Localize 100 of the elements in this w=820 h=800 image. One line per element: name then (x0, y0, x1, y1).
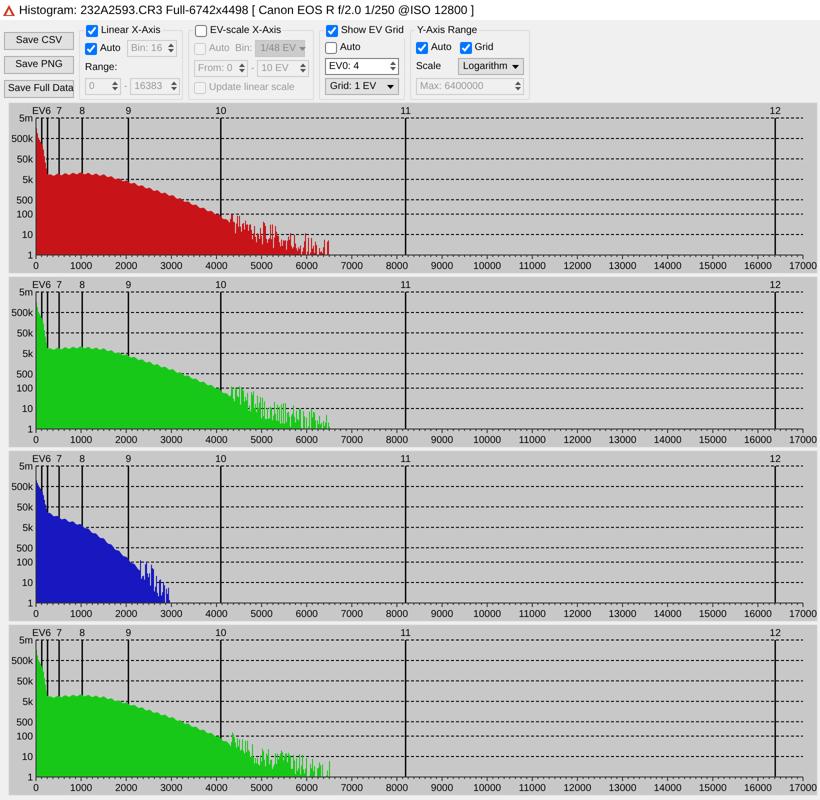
bin-label: Bin: (235, 42, 252, 56)
y-axis-label: 5m (19, 288, 33, 298)
checkbox[interactable] (326, 24, 338, 36)
checkbox-label: Auto (340, 41, 361, 55)
x-axis-label: 10000 (473, 783, 502, 794)
spin-arrows-icon[interactable] (170, 81, 178, 91)
x-axis-label: 13000 (608, 435, 636, 446)
x-axis-label: 4000 (205, 261, 228, 272)
x-axis-label: 4000 (205, 609, 228, 620)
y-axis-label: 10 (22, 230, 33, 242)
x-axis-label: 9000 (430, 435, 454, 446)
y-axis-label: 500k (11, 308, 33, 319)
x-axis-label: 7000 (340, 609, 363, 620)
spin-arrows-icon[interactable] (238, 63, 246, 73)
ev-label: 7 (56, 280, 62, 291)
caret-icon (387, 84, 394, 88)
checkbox[interactable] (85, 42, 97, 54)
x-axis-label: 8000 (386, 435, 408, 446)
y-axis-label: 500 (16, 717, 33, 728)
x-axis-label: 16000 (744, 609, 772, 620)
ev-label: 7 (56, 628, 62, 639)
x-axis-label: 10000 (473, 435, 502, 446)
y-axis-label: 500k (11, 656, 33, 667)
x-axis-label: 12000 (564, 435, 592, 446)
checkbox[interactable] (325, 42, 337, 54)
x-axis-label: 11000 (518, 783, 546, 794)
x-axis-label: 5000 (250, 435, 273, 446)
save-button[interactable]: Save PNG (4, 56, 74, 74)
checkbox[interactable] (86, 24, 98, 36)
spin-field[interactable]: EV0: 4 (325, 58, 399, 75)
ev-label: 8 (79, 454, 85, 465)
x-axis-label: 5000 (250, 261, 273, 272)
ev-label: 12 (770, 106, 781, 117)
ev-label: EV6 (32, 454, 51, 465)
checkbox-label: Grid (474, 41, 494, 55)
x-axis-label: 7000 (340, 435, 363, 446)
x-axis-label: 8000 (386, 783, 408, 794)
ev-label: 11 (400, 280, 411, 291)
checkbox-label: Linear X-Axis (101, 24, 160, 38)
ev-label: EV6 (32, 280, 51, 291)
checkbox[interactable] (195, 24, 207, 36)
x-axis-label: 12000 (564, 261, 592, 272)
app-icon (3, 4, 15, 16)
spin-arrows-icon[interactable] (514, 81, 522, 91)
spin-arrows-icon[interactable] (111, 81, 119, 91)
x-axis-label: 2000 (115, 435, 138, 446)
x-axis-label: 1000 (70, 261, 92, 272)
window-title: Histogram: 232A2593.CR3 Full-6742x4498 [ Canon EOS R f/2.0 1/250 @ISO 12800 ] (19, 2, 474, 19)
y-axis-label: 5m (19, 114, 33, 124)
dropdown[interactable]: Grid: 1 EV (325, 78, 399, 95)
x-axis-label: 2000 (115, 261, 138, 272)
ev-label: 12 (770, 280, 781, 291)
checkbox-label: EV-scale X-Axis (210, 24, 282, 38)
x-axis-label: 0 (33, 261, 39, 272)
spin-arrows-icon[interactable] (389, 61, 397, 71)
x-axis-label: 0 (33, 435, 39, 446)
range-label: Range: (85, 61, 118, 75)
caret-icon (298, 46, 306, 50)
x-axis-label: 2000 (115, 609, 138, 620)
x-axis-label: 16000 (744, 435, 772, 446)
dropdown[interactable]: Logarithm (458, 58, 524, 75)
x-axis-label: 3000 (160, 261, 182, 272)
checkbox[interactable] (460, 42, 472, 54)
save-button[interactable]: Save CSV (4, 32, 74, 50)
x-axis-label: 10000 (473, 261, 502, 272)
y-axis-label: 100 (16, 558, 33, 569)
x-axis-label: 8000 (386, 261, 408, 272)
x-axis-label: 7000 (340, 261, 363, 272)
spin-arrows-icon[interactable] (167, 43, 175, 53)
range-separator: - (124, 80, 128, 94)
ev-label: 8 (79, 106, 85, 117)
y-axis-label: 1 (27, 772, 33, 784)
x-axis-label: 9000 (430, 261, 454, 272)
scale-label: Scale (416, 60, 442, 74)
ev-label: 10 (215, 106, 226, 117)
checkbox[interactable] (416, 42, 428, 54)
spin-arrows-icon[interactable] (299, 63, 308, 73)
x-axis-label: 7000 (340, 783, 363, 794)
y-axis-label: 50k (16, 502, 33, 514)
y-axis-label: 500 (16, 369, 33, 380)
y-axis-label: 5m (19, 462, 33, 472)
x-axis-label: 13000 (608, 783, 636, 794)
y-axis-label: 5k (22, 348, 33, 360)
save-button[interactable]: Save Full Data (4, 80, 74, 98)
x-axis-label: 17000 (789, 261, 817, 272)
group-title: Y-Axis Range (417, 24, 478, 38)
ev-label: 8 (79, 280, 85, 291)
x-axis-label: 6000 (296, 609, 318, 620)
y-axis-label: 100 (16, 384, 33, 395)
x-axis-label: 5000 (250, 783, 273, 794)
x-axis-label: 17000 (789, 609, 817, 620)
ev-label: 9 (126, 106, 132, 117)
x-axis-label: 17000 (789, 435, 817, 446)
ev-label: 9 (126, 280, 132, 291)
x-axis-label: 11000 (518, 609, 546, 620)
checkbox-label: Auto (431, 41, 452, 55)
y-axis-label: 5m (19, 636, 33, 646)
y-axis-label: 500 (16, 543, 33, 554)
x-axis-label: 0 (33, 783, 39, 794)
y-axis-label: 10 (22, 752, 33, 764)
